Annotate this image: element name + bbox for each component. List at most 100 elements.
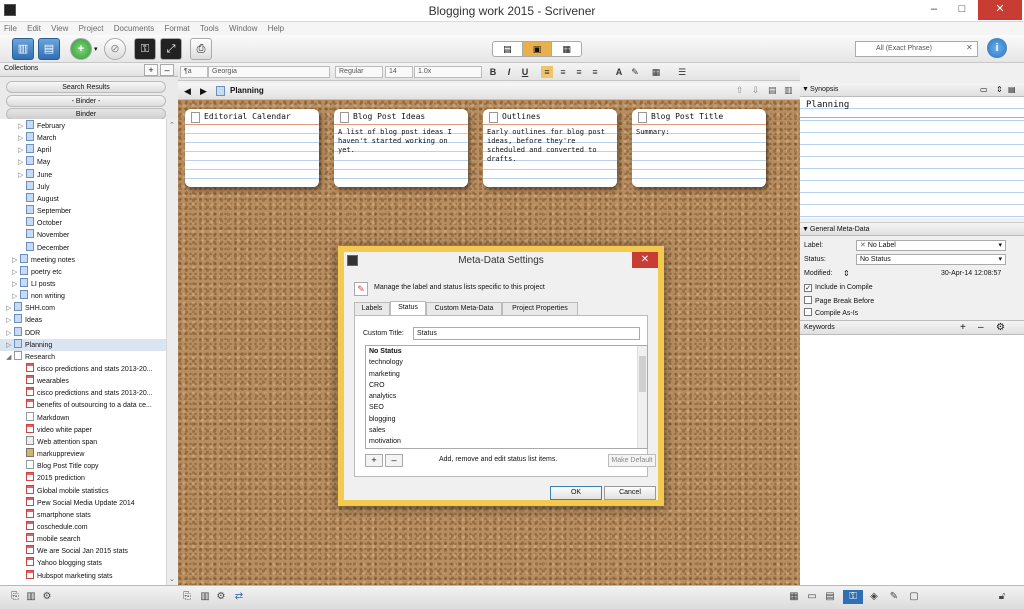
binder-item[interactable]: December <box>0 241 69 254</box>
binder-scrollbar[interactable]: ⌃ ⌄ <box>166 119 178 585</box>
label-select[interactable]: ✕ No Label ▾ <box>856 240 1006 251</box>
binder-toggle-button[interactable]: ▥ <box>12 38 34 60</box>
binder-item[interactable]: ▷ poetry etc <box>0 265 62 278</box>
page-break-before-checkbox[interactable]: Page Break Before <box>804 296 874 305</box>
forward-arrow-icon[interactable]: ▶ <box>200 86 207 97</box>
remove-status-button[interactable]: – <box>385 454 403 467</box>
comments-icon[interactable]: ✎ <box>887 590 901 604</box>
binder-item[interactable]: ▷ non writing <box>0 290 65 302</box>
new-folder-icon[interactable]: ▥ <box>24 590 38 604</box>
binder-item[interactable]: ▷ Planning <box>0 338 166 351</box>
menu-file[interactable]: File <box>0 22 21 35</box>
custom-title-input[interactable]: Status <box>413 327 640 340</box>
binder-item[interactable]: July <box>0 180 49 193</box>
gear-icon[interactable]: ⚙ <box>996 321 1005 335</box>
list-item[interactable]: SEO <box>366 402 647 413</box>
menu-help[interactable]: Help <box>264 22 288 35</box>
font-weight-select[interactable]: Regular <box>335 66 383 78</box>
synopsis-options-icon[interactable]: ▤ <box>1008 83 1016 97</box>
status-list[interactable]: No Status technology marketing CRO analy… <box>365 345 648 449</box>
collapse-triangle-icon[interactable]: ▼ <box>802 83 809 97</box>
new-card-icon[interactable]: ⎘ <box>180 590 194 604</box>
scroll-thumb[interactable] <box>639 356 646 392</box>
keywords-icon[interactable]: ⚿ <box>134 38 156 60</box>
lock-icon[interactable]: 🔓︎ <box>995 590 1009 604</box>
list-item[interactable]: motivation <box>366 436 647 447</box>
binder-item[interactable]: Markdown <box>0 411 69 424</box>
synopsis-stepper-icon[interactable]: ⇕ <box>996 83 1003 97</box>
list-item[interactable]: No Status <box>366 346 647 357</box>
down-arrow-icon[interactable]: ⇩ <box>752 85 760 96</box>
binder-item[interactable]: October <box>0 217 62 229</box>
synopsis-image-icon[interactable]: ▭ <box>980 83 988 97</box>
binder-item[interactable]: 2015 prediction <box>0 472 85 484</box>
corkboard-view-icon[interactable]: ▣ <box>522 42 553 56</box>
key-icon[interactable]: ⚿ <box>843 590 863 604</box>
new-document-icon[interactable]: ⎘ <box>8 590 22 604</box>
text-color-icon[interactable]: A <box>613 66 625 78</box>
font-size-select[interactable]: 14 <box>385 66 413 78</box>
add-icon[interactable]: + <box>70 38 92 60</box>
binder-item[interactable]: ▷ Ideas <box>0 314 42 326</box>
snapshot-icon[interactable]: ◈ <box>867 590 881 604</box>
minimize-button[interactable]: – <box>920 0 948 20</box>
index-card[interactable]: Blog Post Ideas A list of blog post idea… <box>334 109 468 187</box>
folder-icon[interactable]: ▥ <box>198 590 212 604</box>
maximize-button[interactable]: □ <box>948 0 976 20</box>
notes-icon[interactable]: ▭ <box>805 590 819 604</box>
close-dialog-button[interactable]: ✕ <box>632 252 658 268</box>
menu-edit[interactable]: Edit <box>23 22 45 35</box>
status-list-scrollbar[interactable] <box>637 346 647 448</box>
binder-item[interactable]: video white paper <box>0 423 92 436</box>
binder-item[interactable]: Hubspot marketing stats <box>0 569 112 582</box>
modified-stepper-icon[interactable]: ⇕ <box>843 269 850 278</box>
compile-icon[interactable]: ⎙ <box>190 38 212 60</box>
list-item[interactable]: blogging <box>366 414 647 425</box>
collections-toggle-button[interactable]: ▤ <box>38 38 60 60</box>
binder-item[interactable]: Yahoo blogging stats <box>0 557 102 569</box>
trash-icon[interactable]: ⊘ <box>104 38 126 60</box>
gear-icon[interactable]: ⚙ <box>40 590 54 604</box>
synopsis-text[interactable]: Planning <box>800 97 1024 218</box>
menu-view[interactable]: View <box>47 22 72 35</box>
binder-item[interactable]: Blog Post Title copy <box>0 460 98 472</box>
binder-item[interactable]: ▷ February <box>0 120 65 132</box>
remove-collection-button[interactable]: – <box>160 64 174 76</box>
list-item[interactable]: sales <box>366 425 647 436</box>
fullscreen-icon[interactable]: ⤢ <box>160 38 182 60</box>
list-item[interactable]: marketing <box>366 369 647 380</box>
scrivenings-view-icon[interactable]: ▤ <box>493 42 523 56</box>
binder-item[interactable]: ▷ SHH.com <box>0 302 55 314</box>
tab-custom-meta-data[interactable]: Custom Meta-Data <box>426 302 502 315</box>
binder-item[interactable]: smartphone stats <box>0 508 91 521</box>
gear-icon[interactable]: ⚙ <box>214 590 228 604</box>
italic-button[interactable]: I <box>503 66 515 78</box>
font-family-select[interactable]: Georgia <box>208 66 330 78</box>
tab-project-properties[interactable]: Project Properties <box>502 302 578 315</box>
tab-status[interactable]: Status <box>390 301 426 316</box>
binder-item[interactable]: ▷ DDR <box>0 326 40 339</box>
index-card[interactable]: Outlines Early outlines for blog post id… <box>483 109 617 187</box>
binder-item[interactable]: mobile search <box>0 533 81 545</box>
swap-arrows-icon[interactable]: ⇄ <box>232 590 246 604</box>
align-center-icon[interactable]: ≡ <box>557 66 569 78</box>
up-arrow-icon[interactable]: ⇧ <box>736 85 744 96</box>
binder-item[interactable]: August <box>0 192 59 205</box>
add-status-button[interactable]: + <box>365 454 383 467</box>
status-select[interactable]: No Status ▾ <box>856 254 1006 265</box>
tab-labels[interactable]: Labels <box>354 302 390 315</box>
index-card[interactable]: Editorial Calendar <box>185 109 319 187</box>
highlight-icon[interactable]: ✎ <box>629 66 641 78</box>
underline-button[interactable]: U <box>519 66 531 78</box>
binder-item[interactable]: cisco predictions and stats 2013-20... <box>0 387 153 399</box>
index-card[interactable]: Blog Post Title Summary: <box>632 109 766 187</box>
binder-item[interactable]: ▷ LI posts <box>0 277 56 290</box>
binder-item[interactable]: ◢ Research <box>0 350 55 363</box>
binder-item[interactable]: markuppreview <box>0 448 84 460</box>
menu-format[interactable]: Format <box>160 22 193 35</box>
menu-window[interactable]: Window <box>225 22 261 35</box>
binder-item[interactable]: ▷ April <box>0 144 51 156</box>
keywords-list[interactable] <box>800 335 1024 585</box>
add-keyword-button[interactable]: + <box>960 321 966 335</box>
binder-item[interactable]: wearables <box>0 375 69 387</box>
